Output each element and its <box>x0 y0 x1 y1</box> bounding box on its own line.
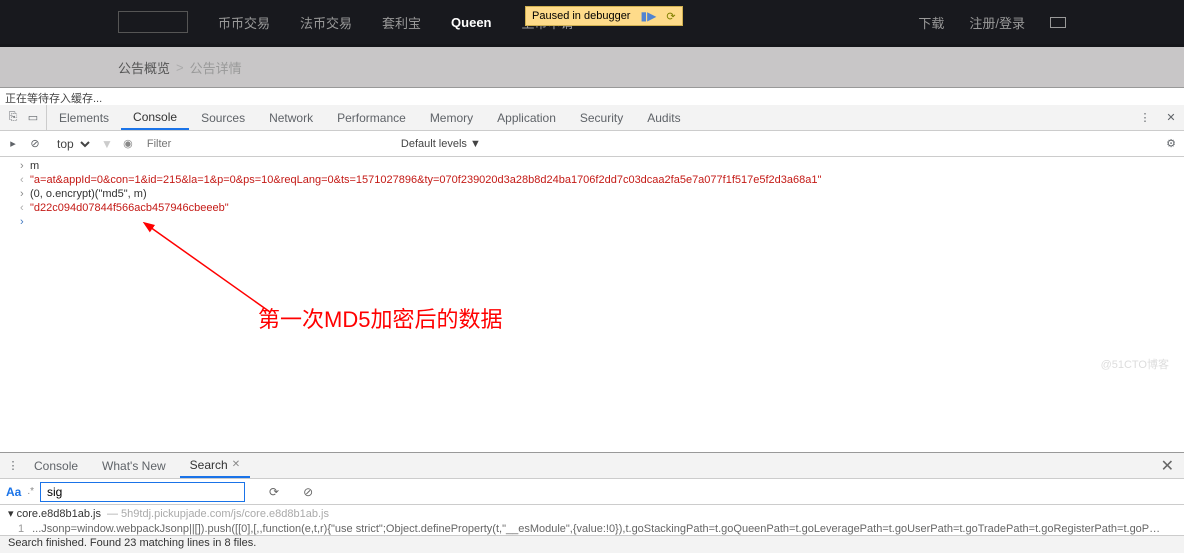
header-square-icon[interactable] <box>1050 17 1066 28</box>
search-status-bar: Search finished. Found 23 matching lines… <box>0 535 1184 553</box>
log-levels-selector[interactable]: Default levels ▼ <box>401 138 481 150</box>
debug-resume-icon[interactable]: ▮▶ <box>640 9 656 23</box>
breadcrumb-current: 公告详情 <box>190 58 242 77</box>
nav-download[interactable]: 下载 <box>918 13 944 32</box>
header-right: 下载 注册/登录 <box>918 13 1066 32</box>
inspect-element-icon[interactable]: ⎘ <box>6 111 20 125</box>
debugger-paused-banner: Paused in debugger ▮▶ ⟳ <box>525 6 683 26</box>
regex-toggle[interactable]: .* <box>27 486 34 497</box>
search-bar: Aa .* ⟳ ⊘ <box>0 479 1184 505</box>
devtools-right-icons: ⋮ ✕ <box>1138 105 1178 130</box>
drawer-close-icon[interactable]: ✕ <box>1161 456 1174 476</box>
console-output: ›m ‹"a=at&appId=0&con=1&id=215&la=1&p=0&… <box>0 157 1184 452</box>
site-header: Paused in debugger ▮▶ ⟳ 币币交易 法币交易 套利宝 Qu… <box>0 0 1184 44</box>
breadcrumb: 公告概览 > 公告详情 <box>0 44 1184 87</box>
nav-register-login[interactable]: 注册/登录 <box>969 13 1025 32</box>
devtools-tabs: ⎘ ▭ Elements Console Sources Network Per… <box>0 105 1184 131</box>
devtools-drawer: ⋮ Console What's New Search✕ ✕ Aa .* ⟳ ⊘… <box>0 452 1184 553</box>
devtools-left-icons: ⎘ ▭ <box>0 105 47 130</box>
console-input-line: m <box>30 160 1164 172</box>
tab-application[interactable]: Application <box>485 105 568 130</box>
more-icon[interactable]: ⋮ <box>1138 111 1152 125</box>
drawer-tabs: ⋮ Console What's New Search✕ ✕ <box>0 453 1184 479</box>
search-result-file[interactable]: ▾ core.e8d8b1ab.js— 5h9tdj.pickupjade.co… <box>8 505 1176 522</box>
tab-performance[interactable]: Performance <box>325 105 418 130</box>
tab-console[interactable]: Console <box>121 105 189 130</box>
breadcrumb-separator: > <box>176 60 184 75</box>
tab-sources[interactable]: Sources <box>189 105 257 130</box>
watermark: @51CTO博客 <box>1101 356 1169 372</box>
debug-banner-text: Paused in debugger <box>532 10 630 22</box>
search-results: ▾ core.e8d8b1ab.js— 5h9tdj.pickupjade.co… <box>0 505 1184 535</box>
drawer-tab-search[interactable]: Search✕ <box>180 453 250 478</box>
clear-console-icon[interactable]: ⊘ <box>28 137 42 151</box>
console-sidebar-toggle-icon[interactable]: ▸ <box>6 137 20 151</box>
console-filter-input[interactable] <box>143 136 393 152</box>
drawer-tab-whatsnew[interactable]: What's New <box>92 453 176 478</box>
console-settings-icon[interactable]: ⚙ <box>1164 137 1178 151</box>
close-icon[interactable]: ✕ <box>232 459 240 470</box>
match-case-toggle[interactable]: Aa <box>6 485 21 499</box>
live-expression-icon[interactable]: ◉ <box>121 137 135 151</box>
refresh-icon[interactable]: ⟳ <box>269 485 279 499</box>
tab-network[interactable]: Network <box>257 105 325 130</box>
console-output-line: "d22c094d07844f566acb457946cbeeeb" <box>30 202 1164 214</box>
search-input[interactable] <box>40 482 245 502</box>
logo-placeholder[interactable] <box>118 11 188 33</box>
console-output-line: "a=at&appId=0&con=1&id=215&la=1&p=0&ps=1… <box>30 174 1164 186</box>
clear-search-icon[interactable]: ⊘ <box>303 485 313 499</box>
tab-audits[interactable]: Audits <box>635 105 692 130</box>
tab-security[interactable]: Security <box>568 105 635 130</box>
drawer-more-icon[interactable]: ⋮ <box>6 459 20 473</box>
execution-context-selector[interactable]: top <box>50 135 93 153</box>
nav-spot[interactable]: 币币交易 <box>218 13 270 32</box>
nav-queen[interactable]: Queen <box>451 15 491 30</box>
tab-elements[interactable]: Elements <box>47 105 121 130</box>
search-result-line[interactable]: 1...Jsonp=window.webpackJsonp||[]).push(… <box>8 522 1176 536</box>
device-toggle-icon[interactable]: ▭ <box>26 111 40 125</box>
drawer-tab-console[interactable]: Console <box>24 453 88 478</box>
cache-status-bar: 正在等待存入缓存... <box>0 87 1184 105</box>
close-devtools-icon[interactable]: ✕ <box>1164 111 1178 125</box>
debug-step-icon[interactable]: ⟳ <box>666 10 675 23</box>
console-toolbar: ▸ ⊘ top ▼ ◉ Default levels ▼ ⚙ <box>0 131 1184 157</box>
annotation-text: 第一次MD5加密后的数据 <box>258 302 502 334</box>
nav-fiat[interactable]: 法币交易 <box>300 13 352 32</box>
breadcrumb-root[interactable]: 公告概览 <box>118 58 170 77</box>
nav-arbitrage[interactable]: 套利宝 <box>382 13 421 32</box>
tab-memory[interactable]: Memory <box>418 105 485 130</box>
console-input-line: (0, o.encrypt)("md5", m) <box>30 188 1164 200</box>
